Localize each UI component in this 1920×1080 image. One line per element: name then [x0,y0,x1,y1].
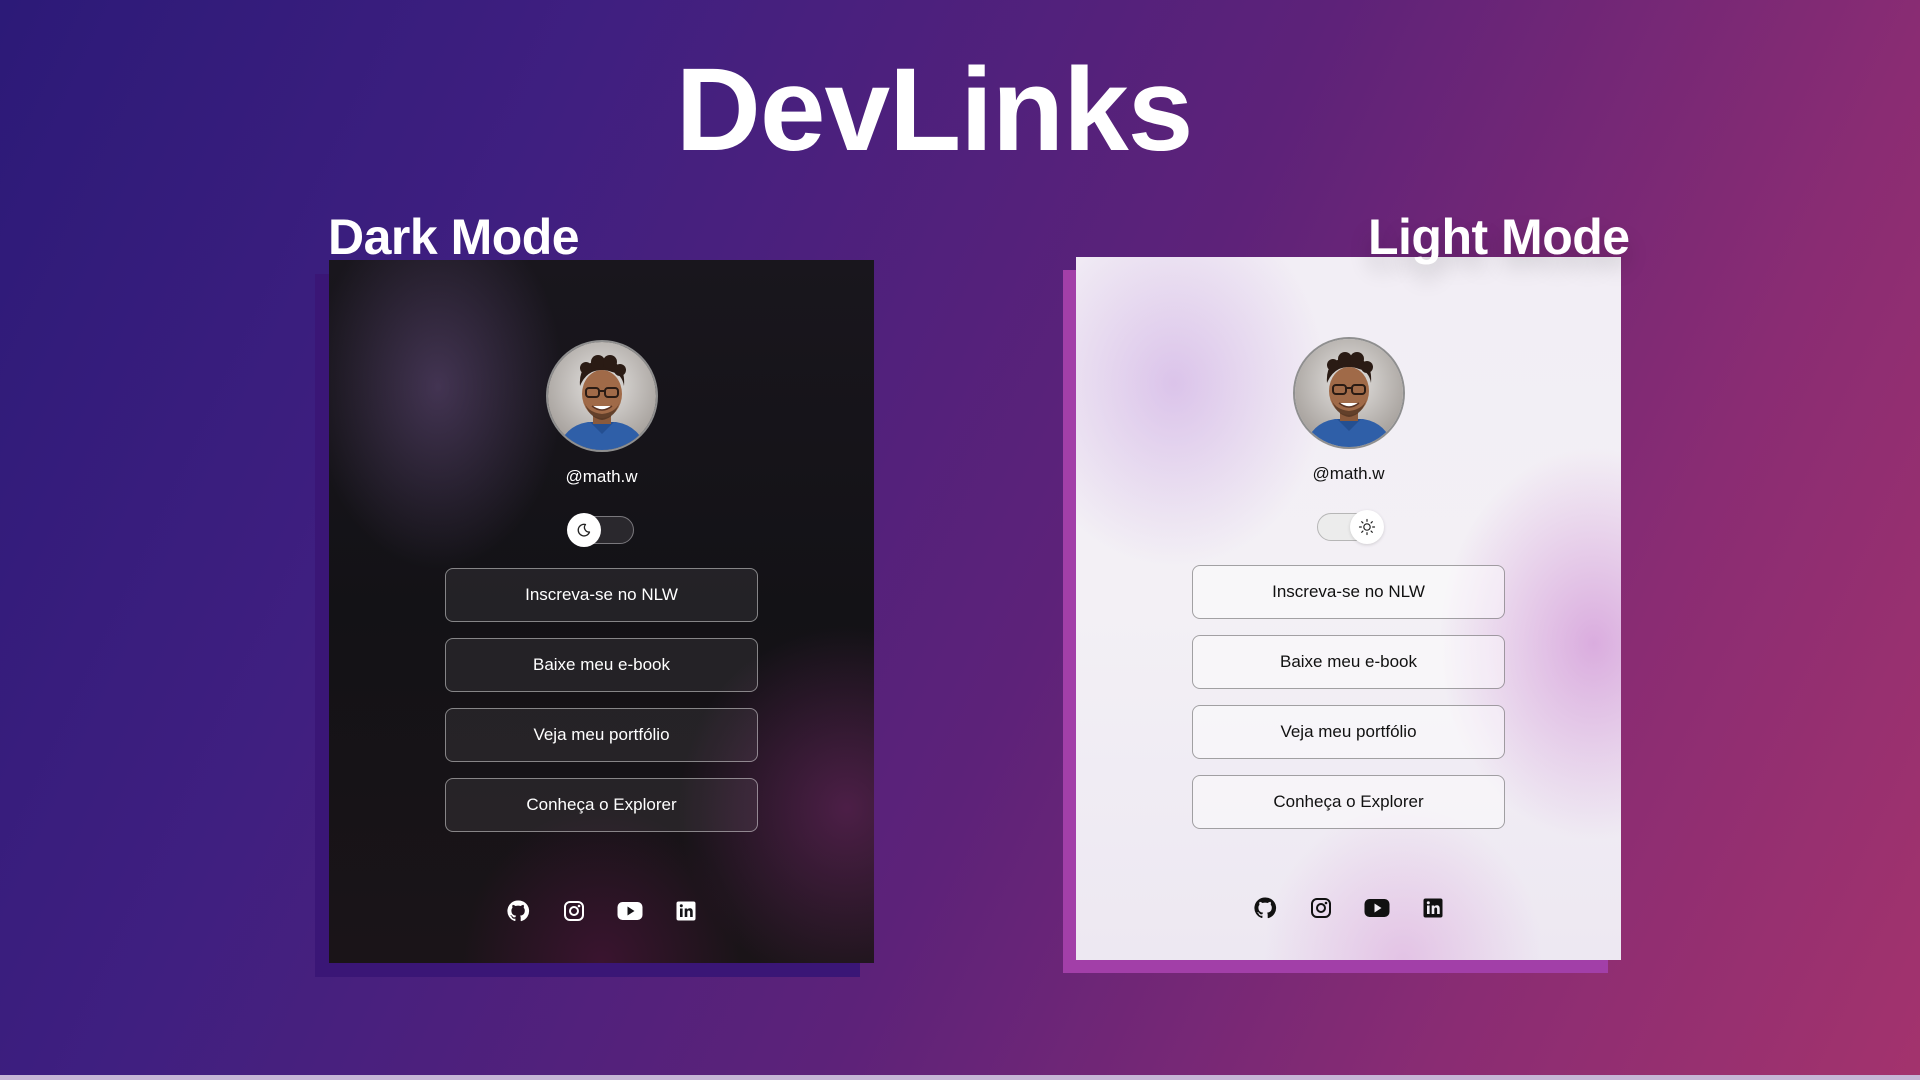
moon-icon [577,523,591,537]
theme-toggle[interactable] [567,513,634,547]
username-handle: @math.w [565,467,638,486]
linkedin-icon[interactable] [671,896,701,926]
link-button-ebook[interactable]: Baixe meu e-book [445,638,758,692]
sun-icon [1358,518,1376,536]
link-button-ebook[interactable]: Baixe meu e-book [1192,635,1505,689]
page-title: DevLinks [675,44,1194,176]
list-item: Conheça o Explorer [445,778,758,832]
link-button-explorer[interactable]: Conheça o Explorer [1192,775,1505,829]
github-icon[interactable] [503,896,533,926]
link-button-explorer[interactable]: Conheça o Explorer [445,778,758,832]
avatar-image [548,342,656,450]
github-icon[interactable] [1250,893,1280,923]
list-item: Baixe meu e-book [445,638,758,692]
youtube-icon[interactable] [615,896,645,926]
list-item: Veja meu portfólio [445,708,758,762]
instagram-icon[interactable] [1306,893,1336,923]
link-button-portfolio[interactable]: Veja meu portfólio [445,708,758,762]
link-button-nlw[interactable]: Inscreva-se no NLW [445,568,758,622]
list-item: Veja meu portfólio [1192,705,1505,759]
theme-toggle[interactable] [1317,510,1384,544]
theme-toggle-knob[interactable] [1350,510,1384,544]
list-item: Conheça o Explorer [1192,775,1505,829]
light-mode-heading: Light Mode [1368,209,1630,265]
social-links [1076,893,1621,923]
dark-mode-preview: @math.w Inscreva-se no NLW Baixe meu e-b… [329,260,874,963]
link-button-portfolio[interactable]: Veja meu portfólio [1192,705,1505,759]
avatar [546,340,658,452]
social-links [329,896,874,926]
username-handle: @math.w [1312,464,1385,483]
link-button-nlw[interactable]: Inscreva-se no NLW [1192,565,1505,619]
link-list: Inscreva-se no NLW Baixe meu e-book Veja… [445,568,758,848]
bottom-strip [0,1075,1920,1080]
list-item: Baixe meu e-book [1192,635,1505,689]
link-list: Inscreva-se no NLW Baixe meu e-book Veja… [1192,565,1505,845]
instagram-icon[interactable] [559,896,589,926]
linkedin-icon[interactable] [1418,893,1448,923]
light-mode-preview: @math.w Inscreva-se no NLW Baixe meu e-b… [1076,257,1621,960]
avatar [1293,337,1405,449]
list-item: Inscreva-se no NLW [445,568,758,622]
theme-toggle-knob[interactable] [567,513,601,547]
list-item: Inscreva-se no NLW [1192,565,1505,619]
youtube-icon[interactable] [1362,893,1392,923]
avatar-image [1295,339,1403,447]
dark-mode-heading: Dark Mode [328,209,580,265]
